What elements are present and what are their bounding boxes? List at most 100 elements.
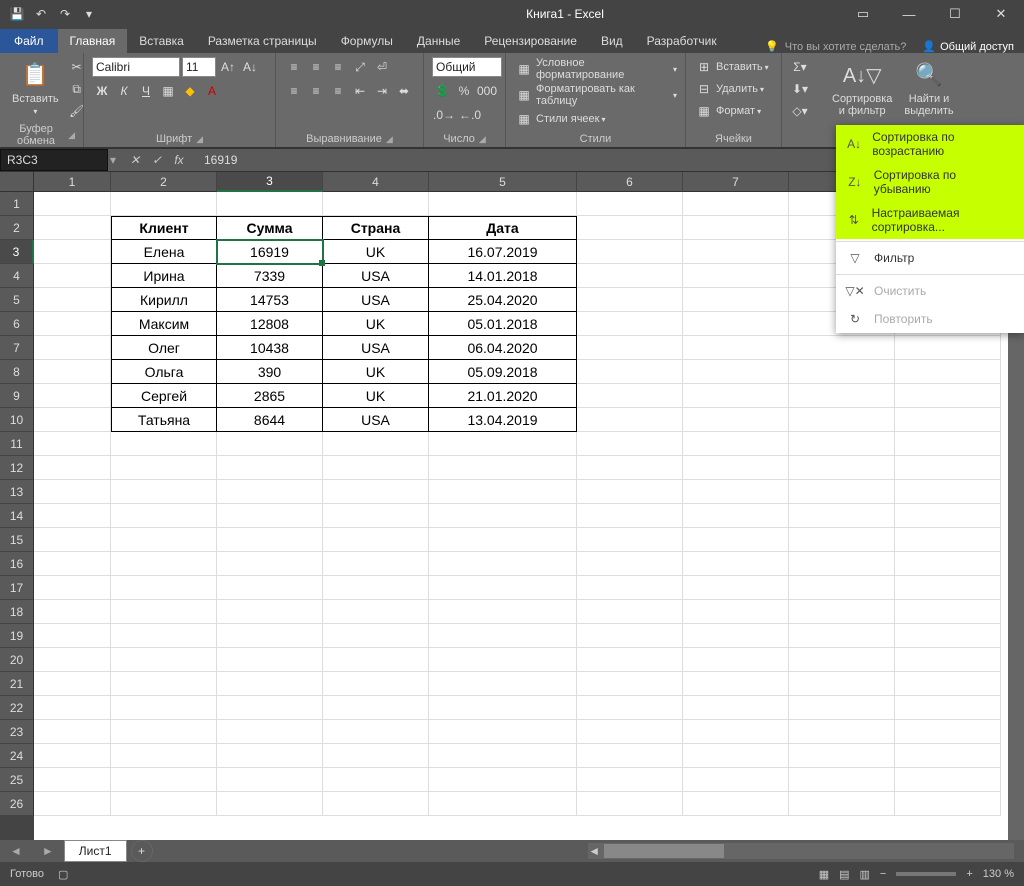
cell[interactable]: Елена <box>111 240 217 264</box>
cell[interactable] <box>34 408 111 432</box>
cell[interactable] <box>323 192 429 216</box>
dec-decimal-icon[interactable]: ←.0 <box>458 105 482 125</box>
align-middle-icon[interactable]: ≡ <box>306 57 326 77</box>
cell[interactable]: 13.04.2019 <box>429 408 577 432</box>
cell[interactable] <box>217 648 323 672</box>
cell[interactable] <box>111 792 217 816</box>
cell[interactable]: 16919 <box>217 240 323 264</box>
cell[interactable] <box>683 552 789 576</box>
zoom-slider[interactable] <box>896 872 956 876</box>
cell[interactable]: UK <box>323 360 429 384</box>
cell[interactable] <box>429 744 577 768</box>
cell[interactable] <box>577 216 683 240</box>
cell[interactable] <box>323 504 429 528</box>
cell[interactable] <box>429 672 577 696</box>
align-bottom-icon[interactable]: ≡ <box>328 57 348 77</box>
cell[interactable]: 8644 <box>217 408 323 432</box>
cell[interactable] <box>323 432 429 456</box>
format-as-table-button[interactable]: ▦Форматировать как таблицу▾ <box>514 83 677 107</box>
cell[interactable]: USA <box>323 264 429 288</box>
cell[interactable] <box>323 576 429 600</box>
cell[interactable] <box>34 576 111 600</box>
row-header[interactable]: 12 <box>0 456 34 480</box>
cell[interactable] <box>895 672 1001 696</box>
save-icon[interactable]: 💾 <box>8 5 26 23</box>
column-header[interactable]: 7 <box>683 172 789 192</box>
cell[interactable] <box>34 720 111 744</box>
cell[interactable] <box>429 768 577 792</box>
cell[interactable] <box>895 408 1001 432</box>
column-header[interactable]: 5 <box>429 172 577 192</box>
cell[interactable] <box>323 744 429 768</box>
cell[interactable] <box>34 336 111 360</box>
undo-icon[interactable]: ↶ <box>32 5 50 23</box>
tab-insert[interactable]: Вставка <box>127 29 196 53</box>
tab-page-layout[interactable]: Разметка страницы <box>196 29 329 53</box>
sheet-tab[interactable]: Лист1 <box>64 840 127 862</box>
cell[interactable] <box>34 744 111 768</box>
cell[interactable] <box>577 696 683 720</box>
cell[interactable] <box>895 624 1001 648</box>
cell[interactable] <box>34 504 111 528</box>
find-select-button[interactable]: 🔍 Найти и выделить <box>900 57 957 119</box>
cell[interactable] <box>895 768 1001 792</box>
view-layout-icon[interactable]: ▤ <box>839 868 849 881</box>
cell[interactable] <box>895 648 1001 672</box>
ribbon-options-icon[interactable]: ▭ <box>840 0 886 28</box>
row-header[interactable]: 18 <box>0 600 34 624</box>
cell[interactable] <box>34 528 111 552</box>
cell[interactable] <box>789 480 895 504</box>
cell[interactable] <box>683 792 789 816</box>
share-button[interactable]: 👤Общий доступ <box>922 40 1014 53</box>
cell[interactable] <box>577 288 683 312</box>
grow-font-icon[interactable]: A↑ <box>218 57 238 77</box>
row-header[interactable]: 14 <box>0 504 34 528</box>
tab-developer[interactable]: Разработчик <box>635 29 729 53</box>
redo-icon[interactable]: ↷ <box>56 5 74 23</box>
row-header[interactable]: 15 <box>0 528 34 552</box>
tab-review[interactable]: Рецензирование <box>472 29 589 53</box>
cell[interactable] <box>683 216 789 240</box>
cell[interactable] <box>683 696 789 720</box>
inc-decimal-icon[interactable]: .0→ <box>432 105 456 125</box>
merge-center-icon[interactable]: ⬌ <box>394 81 414 101</box>
row-header[interactable]: 17 <box>0 576 34 600</box>
tab-file[interactable]: Файл <box>0 29 58 53</box>
cell[interactable] <box>429 480 577 504</box>
cell[interactable] <box>683 336 789 360</box>
cell[interactable] <box>683 648 789 672</box>
cell[interactable] <box>429 600 577 624</box>
cell[interactable]: UK <box>323 312 429 336</box>
cell[interactable] <box>429 528 577 552</box>
cell[interactable]: 21.01.2020 <box>429 384 577 408</box>
dialog-launcher-icon[interactable]: ◢ <box>196 134 203 145</box>
row-header[interactable]: 19 <box>0 624 34 648</box>
cell[interactable]: UK <box>323 384 429 408</box>
zoom-level[interactable]: 130 % <box>983 868 1014 880</box>
cell[interactable]: 12808 <box>217 312 323 336</box>
cell[interactable] <box>323 792 429 816</box>
cell[interactable] <box>34 600 111 624</box>
cell[interactable] <box>217 552 323 576</box>
enter-formula-icon[interactable]: ✓ <box>146 149 168 171</box>
cell[interactable] <box>217 744 323 768</box>
comma-icon[interactable]: 000 <box>476 81 498 101</box>
cell[interactable] <box>217 480 323 504</box>
cell[interactable] <box>34 432 111 456</box>
cell[interactable] <box>111 648 217 672</box>
cell[interactable] <box>34 480 111 504</box>
cell[interactable] <box>683 240 789 264</box>
horizontal-scrollbar[interactable]: ◄ <box>588 843 1014 859</box>
number-format-combo[interactable]: Общий <box>432 57 502 77</box>
cell[interactable] <box>429 648 577 672</box>
cell[interactable]: Ольга <box>111 360 217 384</box>
cell[interactable]: 2865 <box>217 384 323 408</box>
cell[interactable] <box>577 384 683 408</box>
cell[interactable] <box>789 672 895 696</box>
cell[interactable] <box>34 288 111 312</box>
font-name-combo[interactable]: Calibri <box>92 57 180 77</box>
cell[interactable] <box>683 288 789 312</box>
cell[interactable]: Ирина <box>111 264 217 288</box>
cell[interactable]: Клиент <box>111 216 217 240</box>
cell[interactable] <box>34 384 111 408</box>
